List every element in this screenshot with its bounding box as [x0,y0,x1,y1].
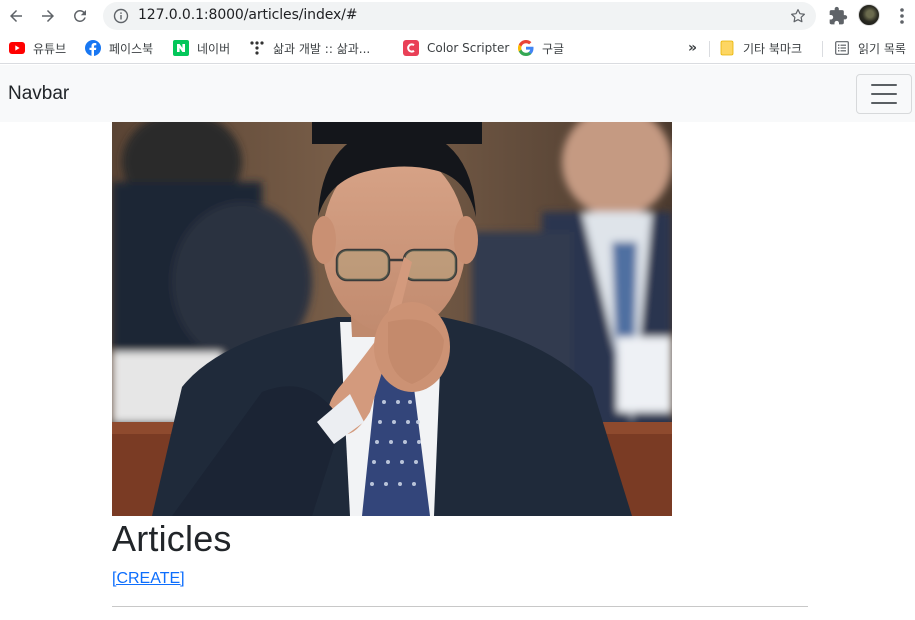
bookmark-label: 구글 [542,41,565,56]
bookmark-label: 페이스북 [109,41,154,56]
url-text[interactable]: 127.0.0.1:8000/articles/index/# [138,7,358,23]
back-button[interactable] [4,4,28,28]
navbar: Navbar [0,65,915,122]
naver-icon [173,40,189,56]
overflow-chevron: » [688,40,698,56]
bookmark-separator [709,41,710,57]
article-photo [112,122,672,516]
youtube-icon [9,40,25,56]
forward-button[interactable] [36,4,60,28]
other-bookmarks-folder[interactable]: 기타 북마크 [719,39,802,57]
folder-icon [719,40,735,56]
bookmark-blog[interactable]: 삶과 개발 :: 삶과... [249,39,370,57]
facebook-icon [85,40,101,56]
bookmark-label: Color Scripter [427,41,510,55]
star-icon[interactable] [789,7,807,25]
bookmark-youtube[interactable]: 유튜브 [9,39,66,57]
page-title: Articles [112,518,232,559]
google-icon [518,40,534,56]
reading-list-icon [834,40,850,56]
navbar-brand[interactable]: Navbar [8,83,69,105]
dots-icon [249,40,265,56]
bookmark-label: 기타 북마크 [743,41,803,56]
info-icon[interactable] [113,8,129,24]
page-content: Navbar Articles [CREATE] [0,65,915,620]
arrow-right-icon [42,10,54,22]
bookmark-label: 삶과 개발 :: 삶과... [273,41,371,56]
kebab-menu-icon[interactable] [894,6,910,26]
puzzle-icon[interactable] [828,6,848,26]
profile-avatar[interactable] [858,4,880,26]
navbar-toggler-button[interactable] [856,74,912,114]
browser-toolbar: 127.0.0.1:8000/articles/index/# [0,0,915,32]
bookmark-naver[interactable]: 네이버 [173,39,230,57]
address-bar[interactable]: 127.0.0.1:8000/articles/index/# [103,2,816,30]
create-link[interactable]: [CREATE] [112,570,185,588]
bookmark-color-scripter[interactable]: Color Scripter [403,39,509,57]
bookmark-label: 유튜브 [33,41,67,56]
divider [112,606,808,607]
bookmarks-overflow-button[interactable]: » [688,39,697,57]
bookmark-separator [822,41,823,57]
bookmark-facebook[interactable]: 페이스북 [85,39,153,57]
bookmarks-bar: 유튜브 페이스북 네이버 삶과 개발 :: 삶과... Color Script… [0,32,915,64]
hamburger-icon [871,84,897,104]
bookmark-label: 네이버 [197,41,231,56]
reading-list-button[interactable]: 읽기 목록 [834,39,906,57]
reload-icon [73,9,86,22]
arrow-left-icon [10,10,22,22]
reload-button[interactable] [68,4,92,28]
color-scripter-icon [403,40,419,56]
bookmark-label: 읽기 목록 [858,41,906,56]
bookmark-google[interactable]: 구글 [518,39,564,57]
